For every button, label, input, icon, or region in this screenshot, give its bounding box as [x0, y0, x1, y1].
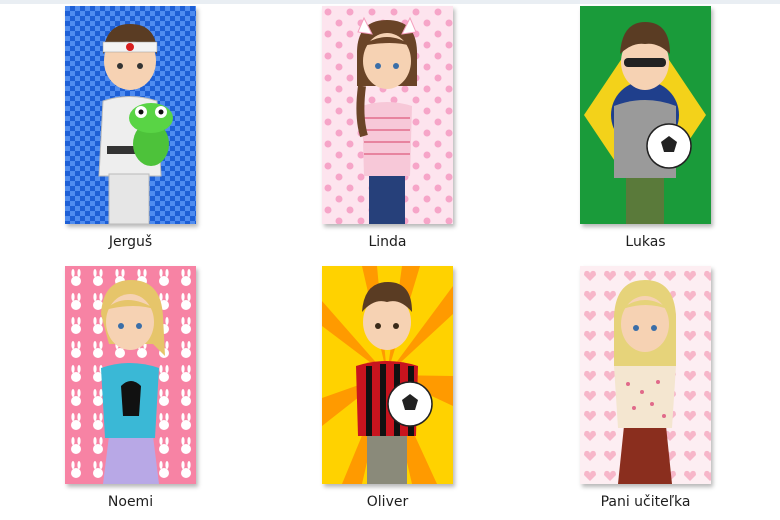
file-name-oliver: Oliver — [366, 494, 409, 510]
thumbnail-jergus — [65, 6, 196, 224]
file-name-noemi: Noemi — [107, 494, 154, 510]
thumbnail-noemi — [65, 266, 196, 484]
thumbnail-pani-ucitelka — [580, 266, 711, 484]
thumbnail-linda — [322, 6, 453, 224]
file-name-jergus: Jerguš — [108, 234, 153, 250]
thumbnail-oliver — [322, 266, 453, 484]
file-name-lukas: Lukas — [625, 234, 666, 250]
file-name-linda: Linda — [368, 234, 407, 250]
thumbnail-lukas — [580, 6, 711, 224]
window-top-border — [0, 0, 780, 4]
file-name-pani-ucitelka: Pani učiteľka — [600, 494, 691, 510]
